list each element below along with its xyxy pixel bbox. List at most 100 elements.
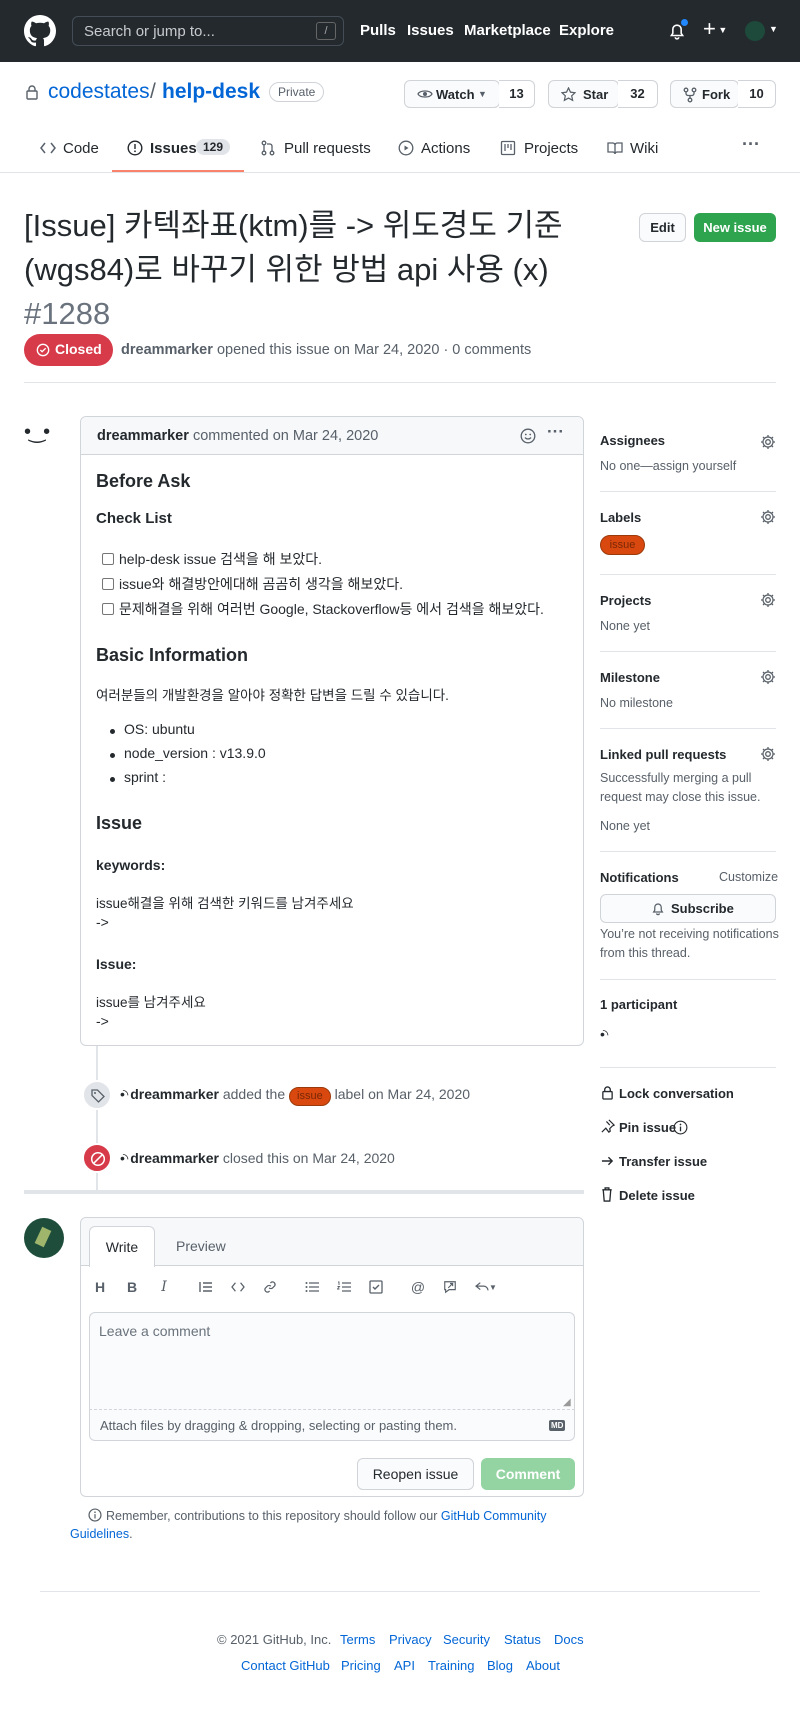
avatar-caret-icon[interactable]: ▼ <box>769 24 778 34</box>
projects-gear-icon[interactable] <box>760 592 776 608</box>
participant-avatar[interactable]: •◝ <box>600 1026 608 1043</box>
new-issue-button[interactable]: New issue <box>694 213 776 242</box>
ordered-list-icon[interactable] <box>333 1276 355 1298</box>
issue-title-line1: [Issue] 카텍좌표(ktm)를 -> 위도경도 기준 <box>24 208 563 243</box>
fork-button[interactable]: Fork <box>670 80 739 108</box>
tag-icon <box>90 1088 106 1104</box>
footer-link-privacy[interactable]: Privacy <box>389 1632 432 1647</box>
linked-prs-gear-icon[interactable] <box>760 746 776 762</box>
tab-projects[interactable]: Projects <box>524 140 578 157</box>
comment-button[interactable]: Comment <box>481 1458 575 1490</box>
watch-count[interactable]: 13 <box>499 80 535 108</box>
sidebar-divider <box>600 979 776 980</box>
more-tabs-icon[interactable]: ··· <box>742 134 760 155</box>
subscribe-button[interactable]: Subscribe <box>600 894 776 923</box>
avatar[interactable] <box>745 21 765 41</box>
repo-owner-link[interactable]: codestates <box>48 80 150 104</box>
nav-issues[interactable]: Issues <box>407 22 454 39</box>
issue-title-line2: (wgs84)로 바꾸기 위한 방법 api 사용 (x) <box>24 252 549 287</box>
issue-number: #1288 <box>24 296 111 331</box>
issue-label-tag[interactable]: issue <box>289 1087 331 1106</box>
linked-prs-heading[interactable]: Linked pull requests <box>600 747 726 762</box>
sidebar-label-issue[interactable]: issue <box>600 535 645 555</box>
star-button[interactable]: Star <box>548 80 619 108</box>
footer-link-security[interactable]: Security <box>443 1632 490 1647</box>
footer-link-docs[interactable]: Docs <box>554 1632 584 1647</box>
labels-heading[interactable]: Labels <box>600 510 641 525</box>
closed-actor-link[interactable]: dreammarker <box>130 1150 219 1166</box>
footer-link-pricing[interactable]: Pricing <box>341 1658 381 1673</box>
delete-issue-link[interactable]: Delete issue <box>619 1188 695 1203</box>
preview-tab[interactable]: Preview <box>176 1238 226 1254</box>
checklist-checkbox-2[interactable] <box>102 578 114 590</box>
repo-name-link[interactable]: help-desk <box>162 80 260 104</box>
footer-link-training[interactable]: Training <box>428 1658 474 1673</box>
footer-link-terms[interactable]: Terms <box>340 1632 375 1647</box>
comment-textarea[interactable]: Leave a comment <box>89 1312 575 1409</box>
reopen-issue-button[interactable]: Reopen issue <box>357 1458 474 1490</box>
smiley-icon[interactable] <box>520 428 536 444</box>
resize-handle-icon[interactable]: ◢ <box>563 1397 571 1408</box>
search-input[interactable]: Search or jump to... <box>72 16 344 46</box>
cross-reference-icon[interactable] <box>439 1276 461 1298</box>
reply-icon[interactable]: ▼ <box>471 1276 501 1298</box>
transfer-issue-link[interactable]: Transfer issue <box>619 1154 707 1169</box>
footer-link-about[interactable]: About <box>526 1658 560 1673</box>
community-guidelines-link-2[interactable]: Guidelines <box>70 1527 129 1541</box>
task-list-icon[interactable] <box>365 1276 387 1298</box>
star-count[interactable]: 32 <box>618 80 658 108</box>
tab-wiki[interactable]: Wiki <box>630 140 658 157</box>
create-new-icon[interactable]: + ▼ <box>703 17 727 41</box>
closed-actor-avatar: •◝ <box>120 1150 128 1166</box>
write-tab[interactable]: Write <box>89 1226 155 1267</box>
labels-gear-icon[interactable] <box>760 509 776 525</box>
tab-code[interactable]: Code <box>63 140 99 157</box>
notifications-desc-2: from this thread. <box>600 946 691 960</box>
pin-issue-link[interactable]: Pin issue <box>619 1120 676 1135</box>
milestone-heading[interactable]: Milestone <box>600 670 660 685</box>
labeled-actor-link[interactable]: dreammarker <box>130 1086 219 1102</box>
footer-link-status[interactable]: Status <box>504 1632 541 1647</box>
arrow-right-icon <box>601 1155 614 1167</box>
mention-icon[interactable]: @ <box>407 1276 429 1298</box>
checklist-checkbox-3[interactable] <box>102 603 114 615</box>
comment-author-link[interactable]: dreammarker <box>97 428 189 444</box>
edit-button[interactable]: Edit <box>639 213 686 242</box>
comment-author-avatar[interactable]: •‿• <box>24 418 64 446</box>
fork-count[interactable]: 10 <box>738 80 776 108</box>
heading-icon[interactable]: H <box>89 1276 111 1298</box>
tab-pull-requests[interactable]: Pull requests <box>284 140 371 157</box>
code-icon[interactable] <box>227 1276 249 1298</box>
milestone-gear-icon[interactable] <box>760 669 776 685</box>
quote-icon[interactable] <box>195 1276 217 1298</box>
footer-link-contact[interactable]: Contact GitHub <box>241 1658 330 1673</box>
labeled-actor-avatar: •◝ <box>120 1086 128 1102</box>
bullet <box>110 777 115 782</box>
italic-icon[interactable]: I <box>153 1276 175 1298</box>
tab-actions[interactable]: Actions <box>421 140 470 157</box>
projects-heading[interactable]: Projects <box>600 593 651 608</box>
lock-conversation-link[interactable]: Lock conversation <box>619 1086 734 1101</box>
issue-author-link[interactable]: dreammarker <box>121 342 213 358</box>
link-icon[interactable] <box>259 1276 281 1298</box>
github-logo-icon[interactable] <box>24 15 56 47</box>
footer-link-blog[interactable]: Blog <box>487 1658 513 1673</box>
watch-button[interactable]: Watch ▼ <box>404 80 500 108</box>
community-guidelines-link[interactable]: GitHub Community <box>441 1509 547 1523</box>
tab-issues[interactable]: Issues <box>150 140 197 157</box>
footer-link-api[interactable]: API <box>394 1658 415 1673</box>
assignees-heading[interactable]: Assignees <box>600 433 665 448</box>
labeled-event-badge <box>82 1080 112 1110</box>
header-divider <box>24 382 776 383</box>
pin-info-icon[interactable] <box>673 1120 688 1135</box>
comment-options-icon[interactable]: ··· <box>547 422 564 442</box>
checklist-checkbox-1[interactable] <box>102 553 114 565</box>
bold-icon[interactable]: B <box>121 1276 143 1298</box>
unordered-list-icon[interactable] <box>301 1276 323 1298</box>
assignees-gear-icon[interactable] <box>760 434 776 450</box>
nav-marketplace[interactable]: Marketplace <box>464 22 551 39</box>
nav-pulls[interactable]: Pulls <box>360 22 396 39</box>
customize-link[interactable]: Customize <box>719 870 778 884</box>
assignees-value[interactable]: No one—assign yourself <box>600 459 736 473</box>
nav-explore[interactable]: Explore <box>559 22 614 39</box>
